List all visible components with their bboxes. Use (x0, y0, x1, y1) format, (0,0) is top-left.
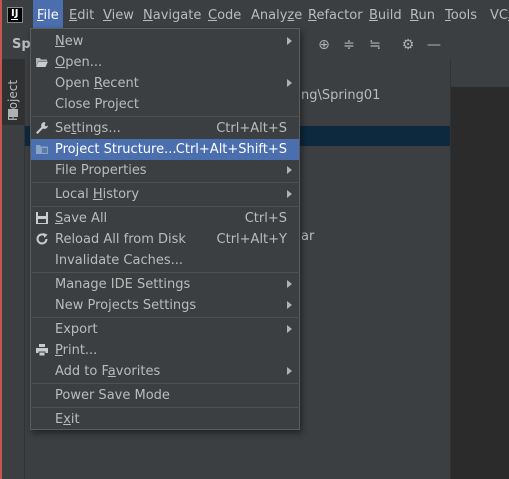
menu-separator (32, 407, 298, 408)
project-path-text: ng\Spring01 (301, 88, 381, 103)
menu-run[interactable]: Run (406, 0, 439, 31)
menu-item-invalidate-caches[interactable]: Invalidate Caches... (31, 250, 299, 271)
wrench-icon (36, 122, 48, 134)
submenu-arrow-icon (287, 190, 292, 198)
menu-item-new-projects-settings[interactable]: New Projects Settings (31, 295, 299, 316)
menu-item-save-all[interactable]: Save All Ctrl+S (31, 208, 299, 229)
menu-item-close-project[interactable]: Close Project (31, 94, 299, 115)
submenu-arrow-icon (287, 79, 292, 87)
menu-item-file-properties[interactable]: File Properties (31, 160, 299, 181)
menu-view[interactable]: View (99, 0, 138, 31)
menu-separator (32, 317, 298, 318)
menu-item-print[interactable]: Print... (31, 340, 299, 361)
menu-item-local-history[interactable]: Local History (31, 184, 299, 205)
menu-item-export[interactable]: Export (31, 319, 299, 340)
file-menu-dropdown: New Open... Open Recent Close Project Se… (30, 28, 300, 430)
menu-item-manage-ide-settings[interactable]: Manage IDE Settings (31, 274, 299, 295)
save-icon (36, 212, 48, 224)
editor-area (450, 59, 509, 479)
menu-item-open-recent[interactable]: Open Recent (31, 73, 299, 94)
menu-item-power-save-mode[interactable]: Power Save Mode (31, 385, 299, 406)
menu-item-exit[interactable]: Exit (31, 409, 299, 430)
menu-separator (32, 116, 298, 117)
menu-separator (32, 182, 298, 183)
menu-separator (32, 206, 298, 207)
project-structure-icon (36, 145, 48, 154)
hide-icon[interactable]: — (425, 36, 443, 54)
menu-bar: IJ File Edit View Navigate Code Analyze Refact… (2, 0, 509, 31)
refresh-icon (36, 233, 48, 245)
submenu-arrow-icon (287, 280, 292, 288)
menu-separator (32, 272, 298, 273)
submenu-arrow-icon (287, 325, 292, 333)
submenu-arrow-icon (287, 37, 292, 45)
submenu-arrow-icon (287, 367, 292, 375)
menu-item-project-structure[interactable]: Project Structure... Ctrl+Alt+Shift+S (31, 139, 299, 160)
tree-row-text: ar (301, 229, 315, 244)
submenu-arrow-icon (287, 166, 292, 174)
menu-item-settings[interactable]: Settings... Ctrl+Alt+S (31, 118, 299, 139)
menu-refactor[interactable]: Refactor (304, 0, 367, 31)
folder-icon (8, 109, 18, 117)
menu-code[interactable]: Code (204, 0, 245, 31)
collapse-all-icon[interactable]: ≒ (366, 36, 384, 54)
menu-separator (32, 383, 298, 384)
window-edge (0, 0, 2, 479)
menu-vcs[interactable]: VCS (486, 0, 509, 31)
menu-edit[interactable]: Edit (65, 0, 98, 31)
tool-window-strip: Project (2, 59, 25, 479)
submenu-arrow-icon (287, 301, 292, 309)
project-tool-tab[interactable]: Project (2, 59, 24, 125)
printer-icon (36, 344, 48, 357)
menu-file[interactable]: File (33, 0, 63, 31)
menu-item-reload-from-disk[interactable]: Reload All from Disk Ctrl+Alt+Y (31, 229, 299, 250)
menu-navigate[interactable]: Navigate (139, 0, 205, 31)
folder-open-icon (36, 58, 48, 67)
menu-item-open[interactable]: Open... (31, 52, 299, 73)
menu-analyze[interactable]: Analyze (247, 0, 306, 31)
menu-build[interactable]: Build (365, 0, 406, 31)
menu-item-add-to-favorites[interactable]: Add to Favorites (31, 361, 299, 382)
locate-icon[interactable]: ⊕ (315, 36, 333, 54)
editor-tab-bar (451, 59, 509, 87)
menu-tools[interactable]: Tools (441, 0, 481, 31)
gear-icon[interactable]: ⚙ (399, 36, 417, 54)
expand-all-icon[interactable]: ≑ (340, 36, 358, 54)
menu-item-new[interactable]: New (31, 31, 299, 52)
intellij-logo-icon: IJ (7, 7, 23, 23)
